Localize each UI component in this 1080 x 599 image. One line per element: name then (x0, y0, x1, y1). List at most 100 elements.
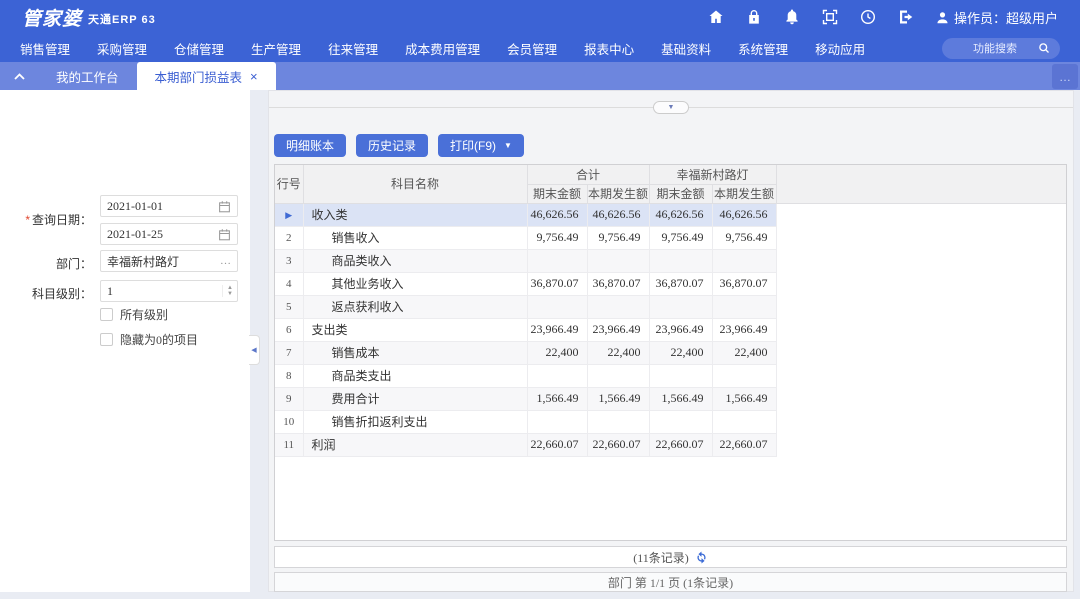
app-logo: 管家婆 (22, 4, 82, 31)
amount-cell: 1,566.49 (712, 387, 776, 410)
operator-info[interactable]: 操作员：超级用户 (936, 8, 1058, 27)
department-input[interactable]: 幸福新村路灯 … (100, 250, 238, 272)
row-number: 10 (275, 410, 303, 433)
table-row[interactable]: 10销售折扣返利支出 (275, 410, 1066, 433)
logout-icon[interactable] (898, 9, 914, 25)
nav-item[interactable]: 移动应用 (815, 39, 865, 58)
table-row[interactable]: 9费用合计1,566.491,566.491,566.491,566.49 (275, 387, 1066, 410)
close-tab-icon[interactable]: × (250, 69, 258, 84)
table-row[interactable]: 7销售成本22,40022,40022,40022,400 (275, 341, 1066, 364)
subject-name-cell: 销售成本 (303, 341, 527, 364)
checkbox-all-levels[interactable]: 所有级别 (100, 306, 168, 323)
amount-cell (527, 295, 587, 318)
sidebar-collapse-handle[interactable]: ◀ (249, 335, 260, 365)
amount-cell: 1,566.49 (587, 387, 649, 410)
table-row[interactable]: 8商品类支出 (275, 364, 1066, 387)
row-number: 3 (275, 249, 303, 272)
record-count-label: (11条记录) (633, 549, 689, 566)
tab-dept-profit-report[interactable]: 本期部门损益表 × (137, 62, 276, 90)
bell-icon[interactable] (784, 9, 800, 25)
amount-cell (649, 249, 712, 272)
stepper-down-icon[interactable]: ▼ (227, 291, 233, 297)
function-search-input[interactable]: 功能搜索 (942, 38, 1060, 59)
calendar-icon[interactable] (218, 200, 231, 213)
row-filler (776, 249, 1066, 272)
table-row[interactable]: 11利润22,660.0722,660.0722,660.0722,660.07 (275, 433, 1066, 456)
amount-cell (649, 410, 712, 433)
table-row[interactable]: 4其他业务收入36,870.0736,870.0736,870.0736,870… (275, 272, 1066, 295)
amount-cell: 46,626.56 (527, 203, 587, 226)
nav-item[interactable]: 会员管理 (507, 39, 557, 58)
checkbox-box[interactable] (100, 308, 113, 321)
department-picker-icon[interactable]: … (220, 255, 231, 267)
pagination-label: 部门 第 1/1 页 (1条记录) (608, 574, 733, 591)
detail-ledger-button[interactable]: 明细账本 (274, 134, 346, 157)
date-from-value: 2021-01-01 (107, 199, 218, 214)
nav-item[interactable]: 采购管理 (97, 39, 147, 58)
amount-cell (712, 295, 776, 318)
amount-cell: 9,756.49 (712, 226, 776, 249)
table-row[interactable]: 2销售收入9,756.499,756.499,756.499,756.49 (275, 226, 1066, 249)
subject-name-cell: 返点获利收入 (303, 295, 527, 318)
scan-icon[interactable] (822, 9, 838, 25)
date-to-input[interactable]: 2021-01-25 (100, 223, 238, 245)
nav-item[interactable]: 基础资料 (661, 39, 711, 58)
amount-cell (527, 410, 587, 433)
header-period-amount: 本期发生额 (587, 184, 649, 203)
amount-cell (587, 364, 649, 387)
nav-item[interactable]: 仓储管理 (174, 39, 224, 58)
amount-cell: 22,660.07 (587, 433, 649, 456)
amount-cell: 9,756.49 (527, 226, 587, 249)
table-row[interactable]: ▶收入类46,626.5646,626.5646,626.5646,626.56 (275, 203, 1066, 226)
chevron-down-icon: ▼ (504, 141, 512, 150)
subject-name-cell: 利润 (303, 433, 527, 456)
subject-level-value: 1 (107, 284, 222, 299)
amount-cell: 23,966.49 (527, 318, 587, 341)
row-number: 9 (275, 387, 303, 410)
subject-name-cell: 商品类收入 (303, 249, 527, 272)
panel-collapse-pill[interactable]: ▼ (653, 101, 689, 114)
search-icon[interactable] (1038, 42, 1050, 54)
profit-loss-table: 行号 科目名称 合计 幸福新村路灯 期末金额 本期发生额 期末金额 本期发生额 … (275, 165, 1066, 457)
refresh-icon[interactable] (695, 551, 708, 564)
clock-icon[interactable] (860, 9, 876, 25)
calendar-icon[interactable] (218, 228, 231, 241)
table-row[interactable]: 5返点获利收入 (275, 295, 1066, 318)
report-panel: ▼ 明细账本 历史记录 打印(F9) ▼ 行号 科目名称 合计 幸福新村路灯 (268, 90, 1074, 592)
amount-cell: 22,400 (649, 341, 712, 364)
date-from-input[interactable]: 2021-01-01 (100, 195, 238, 217)
row-number: 6 (275, 318, 303, 341)
amount-cell: 23,966.49 (587, 318, 649, 341)
table-row[interactable]: 6支出类23,966.4923,966.4923,966.4923,966.49 (275, 318, 1066, 341)
table-row[interactable]: 3商品类收入 (275, 249, 1066, 272)
row-filler (776, 295, 1066, 318)
row-filler (776, 364, 1066, 387)
nav-item[interactable]: 系统管理 (738, 39, 788, 58)
subject-level-stepper[interactable]: 1 ▲ ▼ (100, 280, 238, 302)
tab-overflow-button[interactable]: … (1052, 64, 1078, 89)
amount-cell: 9,756.49 (587, 226, 649, 249)
nav-item[interactable]: 往来管理 (328, 39, 378, 58)
nav-item[interactable]: 销售管理 (20, 39, 70, 58)
nav-item[interactable]: 成本费用管理 (405, 39, 480, 58)
amount-cell: 1,566.49 (527, 387, 587, 410)
row-expand-arrow-icon: ▶ (275, 203, 303, 226)
checkbox-hide-zero[interactable]: 隐藏为0的项目 (100, 331, 198, 348)
subject-name-cell: 销售收入 (303, 226, 527, 249)
amount-cell: 22,400 (527, 341, 587, 364)
main-menu-items: 销售管理 采购管理 仓储管理 生产管理 往来管理 成本费用管理 会员管理 报表中心 基础资料 系统… (20, 39, 892, 58)
nav-item[interactable]: 生产管理 (251, 39, 301, 58)
lock-icon[interactable] (746, 9, 762, 25)
row-filler (776, 203, 1066, 226)
amount-cell: 36,870.07 (649, 272, 712, 295)
home-icon[interactable] (708, 9, 724, 25)
history-button[interactable]: 历史记录 (356, 134, 428, 157)
checkbox-box[interactable] (100, 333, 113, 346)
print-button[interactable]: 打印(F9) ▼ (438, 134, 524, 157)
nav-item[interactable]: 报表中心 (584, 39, 634, 58)
row-number: 7 (275, 341, 303, 364)
amount-cell: 22,400 (587, 341, 649, 364)
tab-workbench[interactable]: 我的工作台 (38, 62, 137, 90)
collapse-tabs-icon[interactable] (0, 62, 38, 90)
chevron-down-icon: ▼ (668, 104, 675, 111)
